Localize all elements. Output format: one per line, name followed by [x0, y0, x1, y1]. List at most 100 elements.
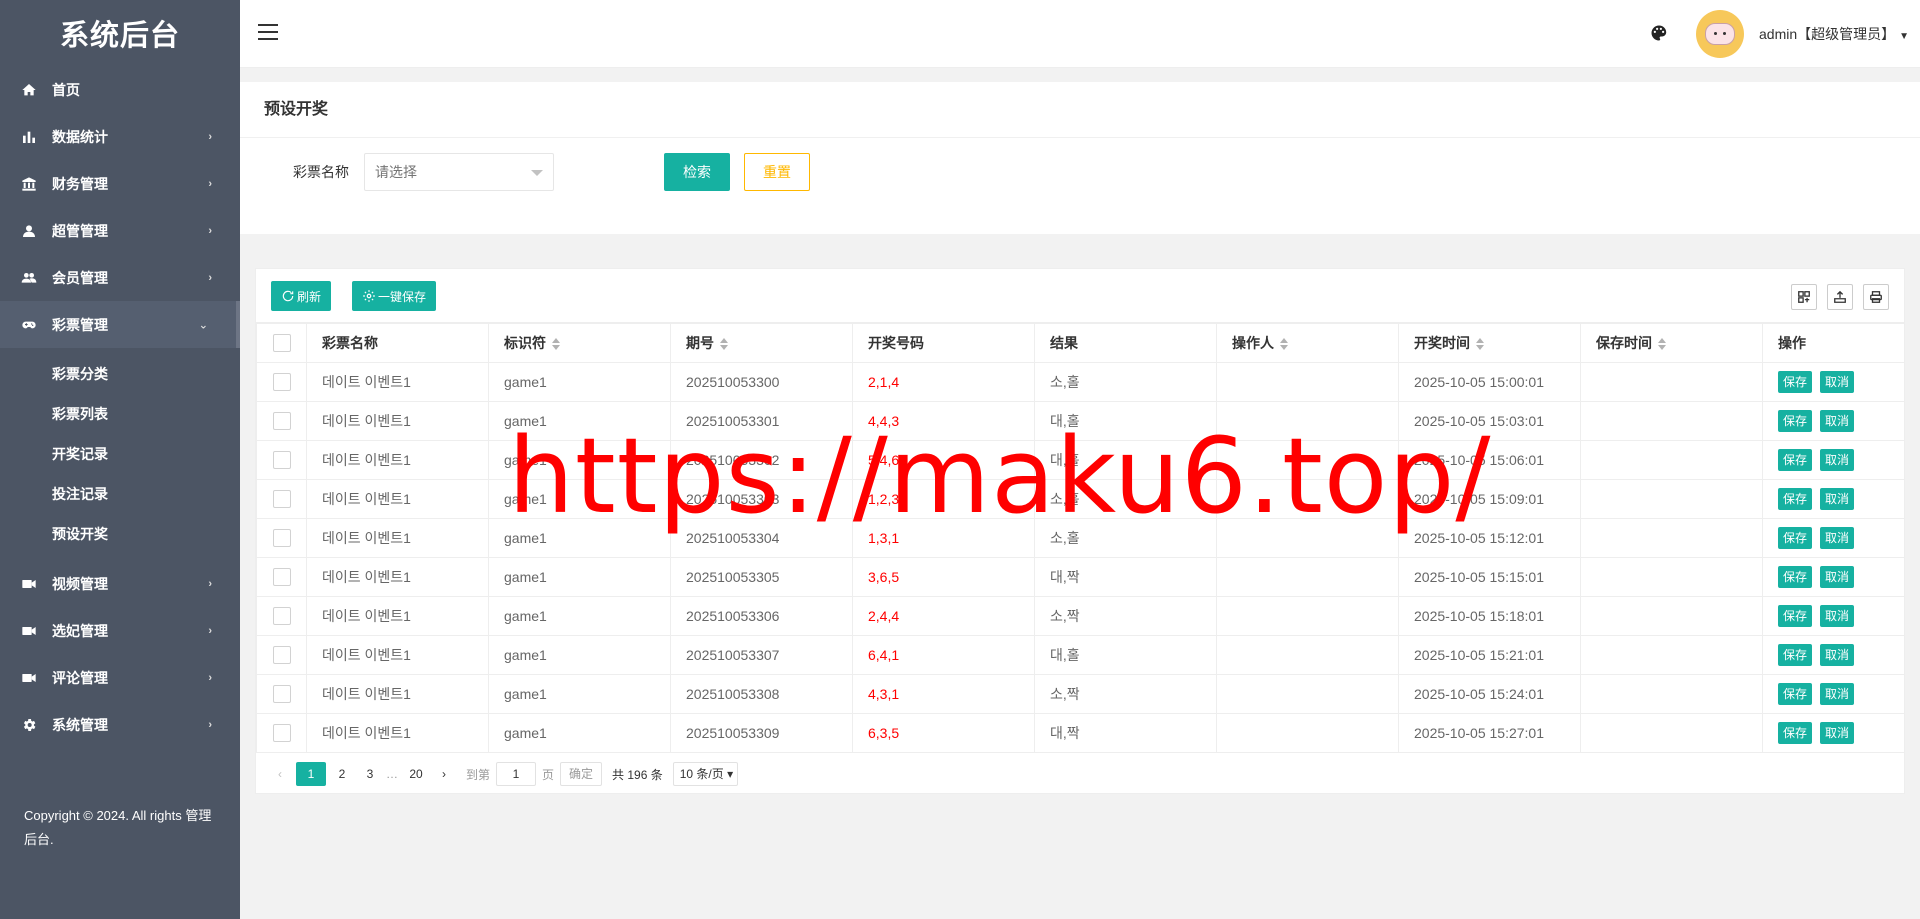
page-button[interactable]: 3 [358, 762, 382, 786]
row-save-button[interactable]: 保存 [1778, 683, 1813, 705]
sidebar-item[interactable]: 会员管理 › [0, 254, 240, 301]
save-all-button[interactable]: 一键保存 [352, 281, 437, 311]
column-header[interactable]: 期号 [670, 323, 853, 363]
row-save-button[interactable]: 保存 [1778, 410, 1813, 432]
row-checkbox[interactable] [272, 412, 291, 431]
column-header[interactable]: 保存时间 [1580, 323, 1763, 363]
sidebar-item[interactable]: 首页 [0, 66, 240, 113]
row-checkbox[interactable] [272, 568, 291, 587]
table-row: 데이트 이벤트1 game1 202510053305 3,6,5 대,짝 2025-10… [256, 557, 1905, 597]
row-cancel-button[interactable]: 取消 [1820, 371, 1855, 393]
column-header: 彩票名称 [306, 323, 489, 363]
cell-issue: 202510053302 [670, 440, 853, 480]
sidebar-item[interactable]: 选妃管理 › [0, 607, 240, 654]
reset-button[interactable]: 重置 [744, 153, 810, 191]
row-cancel-button[interactable]: 取消 [1820, 722, 1855, 744]
cell-code: game1 [488, 557, 671, 597]
row-save-button[interactable]: 保存 [1778, 488, 1813, 510]
cell-operator [1216, 596, 1399, 636]
table-body: 데이트 이벤트1 game1 202510053300 2,1,4 소,홀 2025-10… [256, 362, 1905, 753]
row-save-button[interactable]: 保存 [1778, 527, 1813, 549]
row-checkbox[interactable] [272, 529, 291, 548]
sidebar-subitem[interactable]: 预设开奖 [0, 514, 240, 554]
row-save-button[interactable]: 保存 [1778, 722, 1813, 744]
page-unit-label: 页 [542, 767, 555, 782]
columns-filter-icon[interactable] [1791, 284, 1817, 310]
cell-open-time: 2025-10-05 15:24:01 [1398, 674, 1581, 714]
sidebar-item[interactable]: 财务管理 › [0, 160, 240, 207]
sort-icon[interactable] [552, 338, 560, 351]
page-button[interactable]: 1 [296, 762, 326, 786]
sort-icon[interactable] [720, 338, 728, 351]
cell-actions: 保存 取消 [1762, 596, 1905, 636]
cell-actions: 保存 取消 [1762, 401, 1905, 441]
prev-page-icon[interactable]: ‹ [268, 762, 292, 786]
sidebar-submenu: 彩票分类 彩票列表 开奖记录 投注记录 预设开奖 [0, 348, 240, 560]
row-cancel-button[interactable]: 取消 [1820, 566, 1855, 588]
cell-issue: 202510053301 [670, 401, 853, 441]
cell-result: 대,짝 [1034, 713, 1217, 753]
print-icon[interactable] [1863, 284, 1889, 310]
avatar[interactable] [1696, 10, 1744, 58]
row-save-button[interactable]: 保存 [1778, 644, 1813, 666]
column-header[interactable]: 标识符 [488, 323, 671, 363]
sidebar-item[interactable]: 评论管理 › [0, 654, 240, 701]
sort-icon[interactable] [1658, 338, 1666, 351]
row-checkbox[interactable] [272, 451, 291, 470]
search-button[interactable]: 检索 [664, 153, 730, 191]
row-save-button[interactable]: 保存 [1778, 605, 1813, 627]
goto-confirm-button[interactable]: 确定 [560, 762, 603, 786]
page-button[interactable]: 2 [330, 762, 354, 786]
sidebar-item[interactable]: 系统管理 › [0, 701, 240, 748]
sidebar-subitem[interactable]: 开奖记录 [0, 434, 240, 474]
theme-palette-icon[interactable] [1650, 24, 1668, 42]
cell-save-time [1580, 557, 1763, 597]
menu-toggle-icon[interactable] [258, 24, 278, 42]
row-cancel-button[interactable]: 取消 [1820, 683, 1855, 705]
cell-save-time [1580, 713, 1763, 753]
row-save-button[interactable]: 保存 [1778, 566, 1813, 588]
export-icon[interactable] [1827, 284, 1853, 310]
row-checkbox[interactable] [272, 373, 291, 392]
sidebar-subitem[interactable]: 投注记录 [0, 474, 240, 514]
refresh-button[interactable]: 刷新 [271, 281, 332, 311]
row-cancel-button[interactable]: 取消 [1820, 527, 1855, 549]
table-row: 데이트 이벤트1 game1 202510053307 6,4,1 대,홀 2025-10… [256, 635, 1905, 675]
row-checkbox[interactable] [272, 646, 291, 665]
next-page-icon[interactable]: › [432, 762, 456, 786]
sidebar-item[interactable]: 彩票管理 ⌄ [0, 301, 240, 348]
sort-icon[interactable] [1280, 338, 1288, 351]
user-menu[interactable]: admin【超级管理员】 ▼ [1759, 24, 1909, 44]
pagination: ‹ 1 2 3 … 20 › 到第 1 页 确定 共 196 条 10 条/页 … [256, 753, 1904, 795]
column-header[interactable]: 开奖时间 [1398, 323, 1581, 363]
app-logo-title: 系统后台 [59, 20, 180, 52]
search-panel: 预设开奖 彩票名称 请选择 检索 重置 [240, 82, 1920, 234]
row-checkbox[interactable] [272, 724, 291, 743]
row-cancel-button[interactable]: 取消 [1820, 488, 1855, 510]
row-cancel-button[interactable]: 取消 [1820, 410, 1855, 432]
table-row: 데이트 이벤트1 game1 202510053304 1,3,1 소,홀 2025-10… [256, 518, 1905, 558]
row-cancel-button[interactable]: 取消 [1820, 449, 1855, 471]
sidebar-item[interactable]: 数据统计 › [0, 113, 240, 160]
row-save-button[interactable]: 保存 [1778, 449, 1813, 471]
table-row: 데이트 이벤트1 game1 202510053302 5,4,6 대,홀 2025-10… [256, 440, 1905, 480]
row-checkbox[interactable] [272, 607, 291, 626]
lottery-name-select[interactable]: 请选择 [364, 153, 554, 191]
row-cancel-button[interactable]: 取消 [1820, 644, 1855, 666]
goto-page-input[interactable]: 1 [496, 762, 537, 786]
cell-open-time: 2025-10-05 15:27:01 [1398, 713, 1581, 753]
save-all-label: 一键保存 [378, 289, 427, 304]
sidebar-item[interactable]: 视频管理 › [0, 560, 240, 607]
row-checkbox[interactable] [272, 490, 291, 509]
sidebar-subitem[interactable]: 彩票分类 [0, 354, 240, 394]
sidebar-subitem[interactable]: 彩票列表 [0, 394, 240, 434]
select-all-checkbox[interactable] [272, 334, 291, 353]
page-button-last[interactable]: 20 [404, 762, 428, 786]
sidebar-item[interactable]: 超管管理 › [0, 207, 240, 254]
column-header[interactable]: 操作人 [1216, 323, 1399, 363]
row-cancel-button[interactable]: 取消 [1820, 605, 1855, 627]
row-save-button[interactable]: 保存 [1778, 371, 1813, 393]
page-size-select[interactable]: 10 条/页 ▾ [672, 762, 739, 786]
row-checkbox[interactable] [272, 685, 291, 704]
sort-icon[interactable] [1476, 338, 1484, 351]
